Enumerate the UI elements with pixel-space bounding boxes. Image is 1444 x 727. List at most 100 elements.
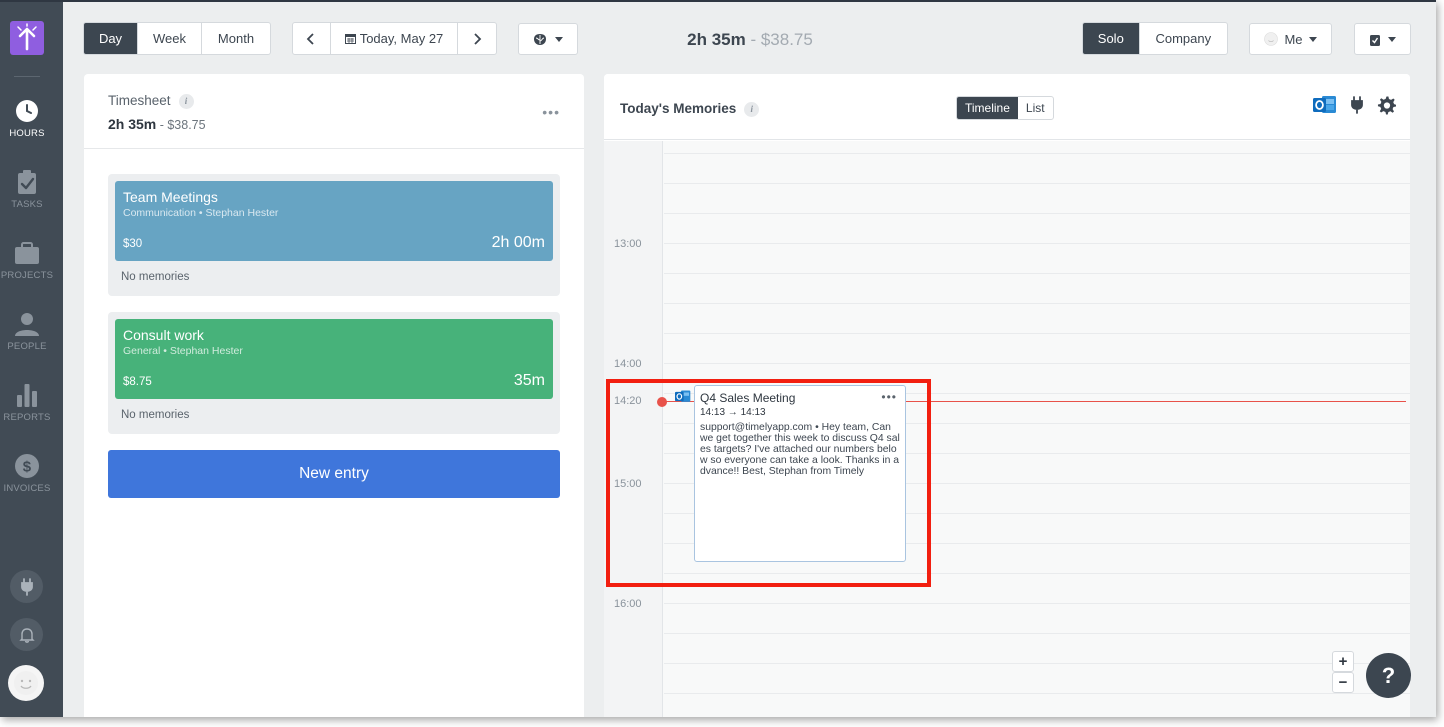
view-week-button[interactable]: Week — [138, 23, 202, 54]
sidebar-item-people[interactable]: PEOPLE — [0, 311, 54, 352]
timely-logo[interactable] — [10, 21, 44, 55]
brain-menu-button[interactable] — [518, 23, 578, 55]
list-tab[interactable]: List — [1018, 97, 1053, 119]
grid-line — [664, 243, 1410, 244]
time-label: 13:00 — [614, 238, 642, 250]
previous-day-button[interactable] — [293, 23, 331, 54]
timesheet-total: 2h 35m - $38.75 — [108, 116, 206, 132]
smiley-avatar-icon — [14, 671, 38, 695]
upload-arrow-icon — [17, 23, 37, 51]
clock-icon — [16, 100, 38, 122]
more-options-icon[interactable]: ••• — [542, 104, 560, 120]
clipboard-check-icon — [1370, 34, 1380, 46]
grid-line — [664, 663, 1410, 664]
zoom-in-button[interactable]: + — [1332, 651, 1354, 672]
view-day-button[interactable]: Day — [84, 23, 138, 54]
day-total-separator: - — [745, 30, 761, 49]
sidebar-item-label: PROJECTS — [0, 270, 54, 281]
person-icon — [15, 313, 39, 336]
timesheet-title-text: Timesheet — [108, 93, 171, 108]
calendar-icon — [344, 34, 356, 44]
app-window: HOURS TASKS PROJECTS PEOPLE REPORTS $ IN… — [0, 0, 1436, 717]
time-label: 16:00 — [614, 598, 642, 610]
day-total: 2h 35m - $38.75 — [630, 30, 870, 50]
outlook-icon[interactable] — [1313, 94, 1337, 116]
entry-meta: Communication • Stephan Hester — [123, 207, 279, 219]
sidebar-item-label: REPORTS — [3, 412, 51, 423]
memories-header: Today's Memories i Timeline List — [604, 74, 1410, 140]
gear-icon[interactable] — [1377, 95, 1396, 115]
date-navigator: Today, May 27 — [292, 22, 497, 55]
time-entry-bar[interactable]: Team Meetings Communication • Stephan He… — [115, 181, 553, 261]
sidebar-item-label: HOURS — [9, 128, 45, 139]
integrations-button[interactable] — [10, 570, 43, 603]
sidebar-item-label: TASKS — [11, 199, 43, 210]
sidebar-item-projects[interactable]: PROJECTS — [0, 240, 54, 281]
scope-solo-button[interactable]: Solo — [1083, 23, 1140, 54]
sidebar-item-invoices[interactable]: $ INVOICES — [0, 453, 54, 494]
chevron-right-icon — [474, 32, 482, 45]
svg-text:$: $ — [23, 459, 32, 476]
grid-line — [664, 603, 1410, 604]
user-filter-button[interactable]: Me — [1249, 23, 1332, 55]
entry-memories-status: No memories — [121, 271, 190, 283]
brain-icon — [534, 33, 546, 45]
bell-icon — [18, 627, 35, 643]
entry-project-name: Consult work — [123, 327, 204, 343]
tasks-menu-button[interactable] — [1354, 23, 1411, 55]
view-month-button[interactable]: Month — [202, 23, 270, 54]
bar-chart-icon — [17, 384, 37, 407]
highlight-annotation-box — [606, 379, 931, 587]
notifications-button[interactable] — [10, 618, 43, 651]
grid-line — [664, 363, 1410, 364]
timesheet-panel: Timesheet i 2h 35m - $38.75 ••• Team Meet… — [84, 74, 584, 717]
zoom-out-button[interactable]: − — [1332, 672, 1354, 693]
time-entry[interactable]: Consult work General • Stephan Hester $8… — [108, 312, 560, 434]
sidebar-divider — [14, 76, 40, 77]
grid-line — [664, 213, 1410, 214]
sidebar-item-tasks[interactable]: TASKS — [0, 169, 54, 210]
caret-down-icon — [1308, 36, 1317, 42]
dollar-icon: $ — [15, 454, 39, 478]
sidebar-item-reports[interactable]: REPORTS — [0, 382, 54, 423]
scope-company-button[interactable]: Company — [1140, 23, 1227, 54]
entry-meta: General • Stephan Hester — [123, 345, 243, 357]
avatar[interactable] — [8, 665, 44, 701]
entry-duration: 2h 00m — [491, 234, 545, 251]
next-day-button[interactable] — [458, 23, 496, 54]
scope-switcher: Solo Company — [1082, 22, 1228, 55]
entry-duration: 35m — [513, 372, 545, 389]
timesheet-total-money: - $38.75 — [156, 118, 206, 132]
entry-memories-status: No memories — [121, 409, 190, 421]
timesheet-header: Timesheet i 2h 35m - $38.75 ••• — [84, 74, 584, 149]
sidebar-item-label: INVOICES — [3, 483, 51, 494]
grid-line — [664, 183, 1410, 184]
entry-project-name: Team Meetings — [123, 189, 218, 205]
time-entry-bar[interactable]: Consult work General • Stephan Hester $8… — [115, 319, 553, 399]
briefcase-icon — [15, 242, 39, 264]
caret-down-icon — [555, 36, 563, 42]
caret-down-icon — [1388, 36, 1396, 42]
user-filter-label: Me — [1284, 31, 1303, 47]
info-icon[interactable]: i — [178, 93, 194, 109]
chevron-left-icon — [307, 32, 315, 45]
day-total-time: 2h 35m — [687, 30, 746, 49]
time-entry[interactable]: Team Meetings Communication • Stephan He… — [108, 174, 560, 296]
timeline-tab[interactable]: Timeline — [957, 97, 1018, 119]
grid-line — [664, 303, 1410, 304]
sidebar-item-hours[interactable]: HOURS — [0, 98, 54, 139]
entry-rate: $8.75 — [123, 376, 152, 388]
grid-line — [664, 273, 1410, 274]
help-button[interactable]: ? — [1366, 653, 1411, 698]
info-icon[interactable]: i — [744, 101, 760, 117]
new-entry-button[interactable]: New entry — [108, 450, 560, 498]
date-label: Today, May 27 — [359, 31, 444, 46]
timesheet-title: Timesheet i — [108, 93, 194, 109]
plug-icon[interactable] — [1349, 96, 1365, 114]
memories-header-icons — [1313, 94, 1396, 116]
time-label: 14:00 — [614, 358, 642, 370]
date-picker-button[interactable]: Today, May 27 — [331, 23, 459, 54]
memories-title: Today's Memories i — [620, 101, 760, 117]
clipboard-check-icon — [18, 170, 36, 194]
grid-line — [664, 333, 1410, 334]
